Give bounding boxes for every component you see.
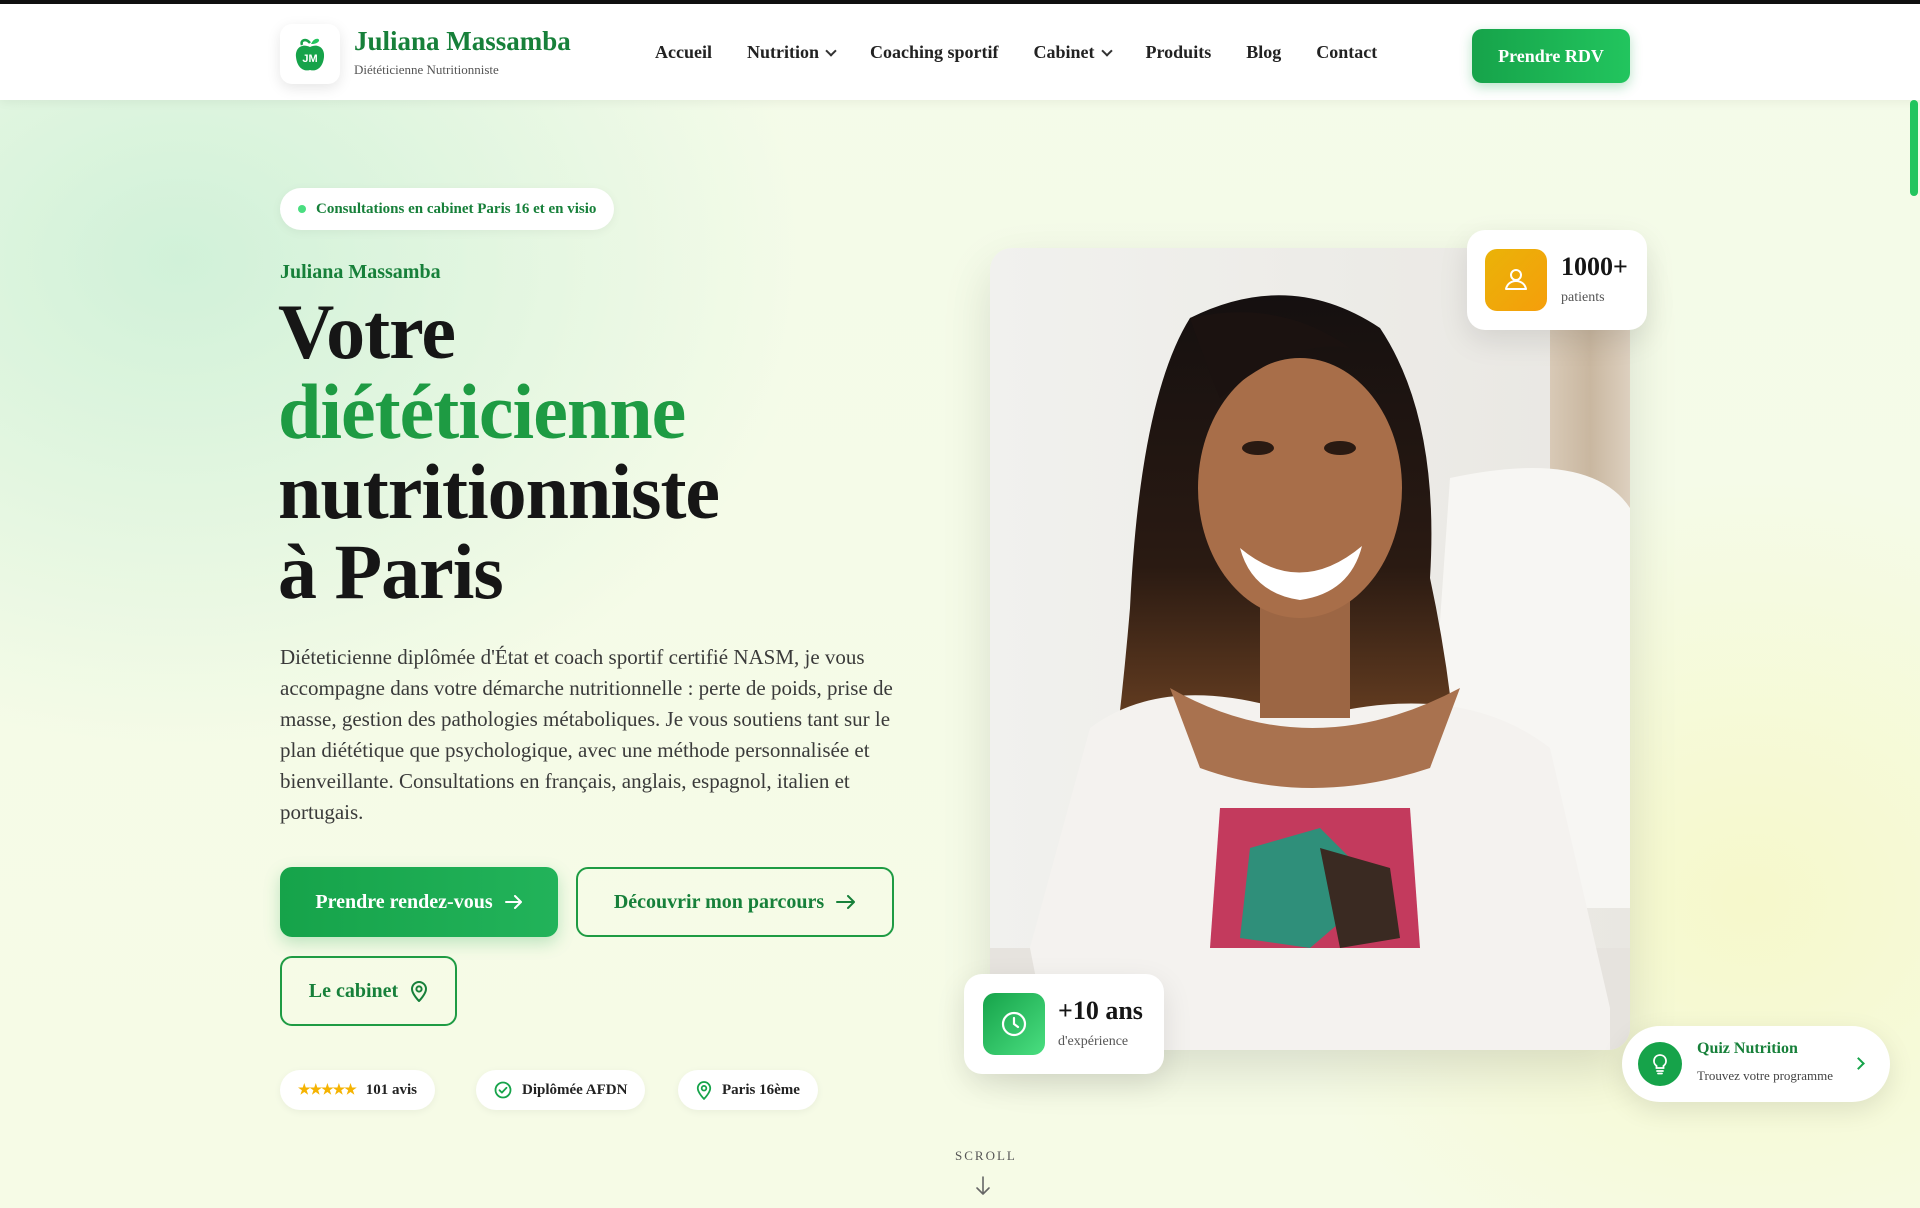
location-badge: Paris 16ème	[678, 1070, 818, 1110]
nav-label: Nutrition	[746, 42, 819, 62]
nav-item-cabinet[interactable]: Cabinet	[1033, 42, 1113, 63]
status-dot-icon	[298, 205, 306, 213]
star-rating-icon: ★★★★★	[298, 1082, 357, 1098]
title-line: nutritionniste	[278, 448, 720, 535]
arrow-right-icon	[836, 895, 856, 909]
nav-item-blog[interactable]: Blog	[1246, 42, 1281, 63]
hero-eyebrow: Juliana Massamba	[280, 261, 441, 283]
consultation-pill: Consultations en cabinet Paris 16 et en …	[280, 188, 615, 230]
prendre-rdv-button[interactable]: Prendre RDV	[1472, 29, 1630, 83]
le-cabinet-button[interactable]: Le cabinet	[280, 956, 457, 1026]
patients-count: 1000+	[1561, 252, 1628, 281]
nav-label: Blog	[1246, 42, 1282, 62]
map-pin-icon	[696, 1081, 712, 1100]
experience-stat-card: +10 ans d'expérience	[964, 974, 1164, 1074]
site-header: JM Juliana Massamba Diététicienne Nutrit…	[0, 4, 1920, 100]
nav-item-contact[interactable]: Contact	[1316, 42, 1377, 63]
patients-stat-card: 1000+ patients	[1467, 230, 1647, 330]
diploma-badge: Diplômée AFDN	[476, 1070, 646, 1110]
title-line: à Paris	[278, 528, 504, 615]
nav-item-produits[interactable]: Produits	[1146, 42, 1212, 63]
nav-label: Produits	[1145, 42, 1212, 62]
button-label: Découvrir mon parcours	[613, 890, 825, 913]
check-circle-icon	[494, 1081, 512, 1099]
arrow-down-icon[interactable]	[975, 1176, 991, 1196]
main-nav: Accueil Nutrition Coaching sportif Cabin…	[655, 42, 1412, 63]
chevron-down-icon	[825, 44, 837, 57]
nav-label: Accueil	[655, 42, 712, 62]
button-label: Prendre rendez-vous	[315, 890, 493, 913]
diploma-text: Diplômée AFDN	[522, 1081, 628, 1098]
portrait-photo	[990, 248, 1630, 1050]
decouvrir-parcours-button[interactable]: Découvrir mon parcours	[576, 867, 894, 937]
reviews-count: 101 avis	[365, 1081, 418, 1098]
nav-label: Cabinet	[1033, 42, 1095, 62]
scroll-indicator-label: SCROLL	[955, 1148, 1017, 1163]
portrait-illustration	[990, 248, 1630, 1050]
prendre-rendez-vous-button[interactable]: Prendre rendez-vous	[280, 867, 558, 937]
logo[interactable]: JM	[280, 24, 340, 84]
experience-value: +10 ans	[1058, 996, 1143, 1025]
nav-item-accueil[interactable]: Accueil	[655, 42, 712, 63]
title-highlight: diététicienne	[278, 368, 686, 455]
pill-text: Consultations en cabinet Paris 16 et en …	[316, 200, 597, 217]
quiz-nutrition-widget[interactable]: Quiz Nutrition Trouvez votre programme	[1622, 1026, 1890, 1102]
brand-name[interactable]: Juliana Massamba	[354, 26, 571, 57]
nav-item-nutrition[interactable]: Nutrition	[746, 42, 837, 63]
apple-logo-icon: JM	[295, 38, 325, 71]
logo-initials: JM	[302, 53, 317, 65]
scrollbar-thumb[interactable]	[1910, 100, 1918, 196]
hero-description: Diéteticienne diplômée d'État et coach s…	[280, 645, 893, 824]
chevron-right-icon	[1852, 1057, 1865, 1070]
page-title: Votre diététicienne nutritionniste à Par…	[278, 292, 720, 615]
quiz-title: Quiz Nutrition	[1697, 1040, 1798, 1057]
map-pin-icon	[411, 981, 428, 1002]
experience-label: d'expérience	[1058, 1034, 1129, 1049]
clock-icon	[983, 993, 1045, 1055]
patients-label: patients	[1561, 290, 1605, 305]
nav-item-coaching[interactable]: Coaching sportif	[870, 42, 999, 63]
button-label: Le cabinet	[308, 979, 399, 1002]
chevron-down-icon	[1100, 44, 1113, 57]
users-icon	[1485, 249, 1547, 311]
reviews-badge[interactable]: ★★★★★ 101 avis	[280, 1070, 436, 1110]
quiz-subtitle: Trouvez votre programme	[1697, 1068, 1833, 1083]
lightbulb-icon	[1638, 1042, 1682, 1086]
arrow-right-icon	[504, 895, 522, 909]
nav-label: Coaching sportif	[869, 42, 999, 62]
location-text: Paris 16ème	[722, 1081, 800, 1098]
brand-subtitle: Diététicienne Nutritionniste	[354, 62, 499, 77]
title-line: Votre	[278, 288, 456, 375]
nav-label: Contact	[1316, 42, 1378, 62]
